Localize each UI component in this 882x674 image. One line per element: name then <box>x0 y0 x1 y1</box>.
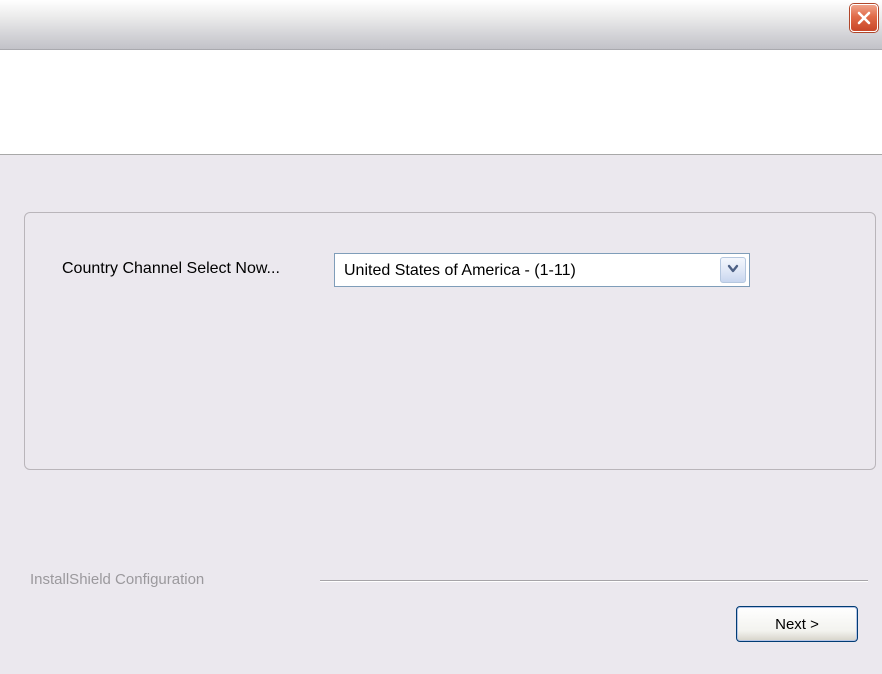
country-channel-label: Country Channel Select Now... <box>62 260 280 277</box>
title-bar[interactable] <box>0 0 882 50</box>
channel-group-box <box>24 212 876 470</box>
header-banner <box>0 50 882 155</box>
chevron-down-icon <box>727 261 739 279</box>
country-channel-dropdown[interactable]: United States of America - (1-11) <box>334 253 750 287</box>
country-channel-selected-value: United States of America - (1-11) <box>344 262 576 279</box>
next-button[interactable]: Next > <box>736 606 858 642</box>
footer-separator <box>320 580 868 582</box>
installshield-brand-label: InstallShield Configuration <box>30 571 205 588</box>
close-button[interactable] <box>850 4 878 32</box>
dropdown-button[interactable] <box>720 257 746 283</box>
close-icon <box>856 10 872 26</box>
dialog-window: Country Channel Select Now... United Sta… <box>0 0 882 674</box>
